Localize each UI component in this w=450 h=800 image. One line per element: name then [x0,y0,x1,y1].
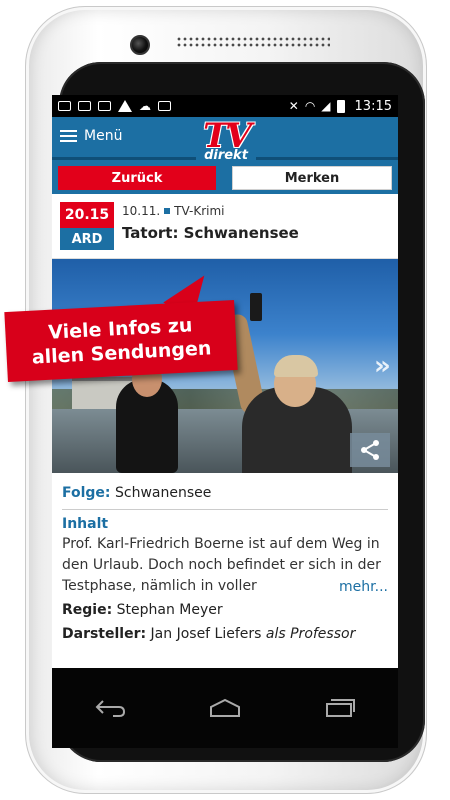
share-icon [361,440,379,460]
program-header: 20.15 ARD 10.11. TV-Krimi Tatort: Schwan… [52,194,398,259]
more-link[interactable]: mehr... [331,577,388,598]
status-bar: ☁ ✕ ◠ ◢ 13:15 [52,95,398,117]
director-row: Regie: Stephan Meyer [62,598,388,622]
scene-person-right [242,361,352,473]
recents-nav-button[interactable] [320,693,360,723]
action-row: Zurück Merken [52,160,398,194]
bookmark-button[interactable]: Merken [232,166,392,190]
app-bar: Menü TV direkt [52,117,398,163]
channel-name: ARD [60,228,114,250]
cast-role: als Professor [265,626,356,642]
cloud-upload-icon: ☁ [139,99,151,113]
genre-dot-icon [164,208,171,214]
program-details: Folge: Schwanensee Inhalt Prof. Karl-Fri… [52,473,398,646]
signal-icon: ◢ [321,99,331,113]
content-summary: Prof. Karl-Friedrich Boerne ist auf dem … [62,534,388,598]
back-arrow-icon [95,700,125,717]
mute-icon: ✕ [288,99,299,113]
hamburger-icon [60,129,77,143]
program-detail: 20.15 ARD 10.11. TV-Krimi Tatort: Schwan… [52,194,398,646]
home-nav-button[interactable] [205,693,245,723]
time-channel-badge: 20.15 ARD [60,202,114,252]
scene-pistol [250,293,262,321]
director-value: Stephan Meyer [116,602,223,618]
logo-direkt: direkt [196,148,256,163]
back-nav-button[interactable] [90,693,130,723]
app-screen: ☁ ✕ ◠ ◢ 13:15 Menü TV direkt Zurück Merk… [52,95,398,668]
episode-label: Folge: [62,485,111,501]
photo-icon [98,101,111,111]
next-image-arrow[interactable]: » [374,353,396,379]
promo-callout: Viele Infos zu allen Sendungen [4,300,238,382]
program-meta: 10.11. TV-Krimi [122,204,299,218]
recent-apps-icon [326,699,356,717]
share-button[interactable] [350,433,390,467]
scene-hair [274,355,318,377]
divider [62,509,388,510]
image-icon [58,101,71,111]
episode-row: Folge: Schwanensee [62,481,388,505]
cast-label: Darsteller: [62,626,147,642]
episode-value: Schwanensee [114,485,212,501]
home-icon [209,698,240,717]
android-nav-bar [52,668,398,748]
front-camera [130,35,150,55]
speaker-grille [176,36,330,48]
status-time: 13:15 [354,98,392,114]
broadcast-date: 10.11. [122,204,161,218]
menu-label: Menü [84,128,123,144]
content-heading: Inhalt [62,516,109,532]
cast-value: Jan Josef Liefers [150,626,262,642]
mail-icon [78,101,91,111]
director-label: Regie: [62,602,113,618]
broadcast-time: 20.15 [60,202,114,228]
battery-icon [336,99,345,113]
scene-person-left [116,361,178,473]
program-title: Tatort: Schwanensee [122,224,299,242]
menu-button[interactable]: Menü [60,128,122,144]
wifi-icon: ◠ [304,99,316,113]
cast-row: Darsteller: Jan Josef Liefers als Profes… [62,622,388,646]
briefcase-icon [158,101,171,111]
back-button[interactable]: Zurück [58,166,216,190]
warning-icon [118,100,132,112]
genre-label: TV-Krimi [174,204,225,218]
tv-direkt-logo[interactable]: TV direkt [196,119,256,165]
